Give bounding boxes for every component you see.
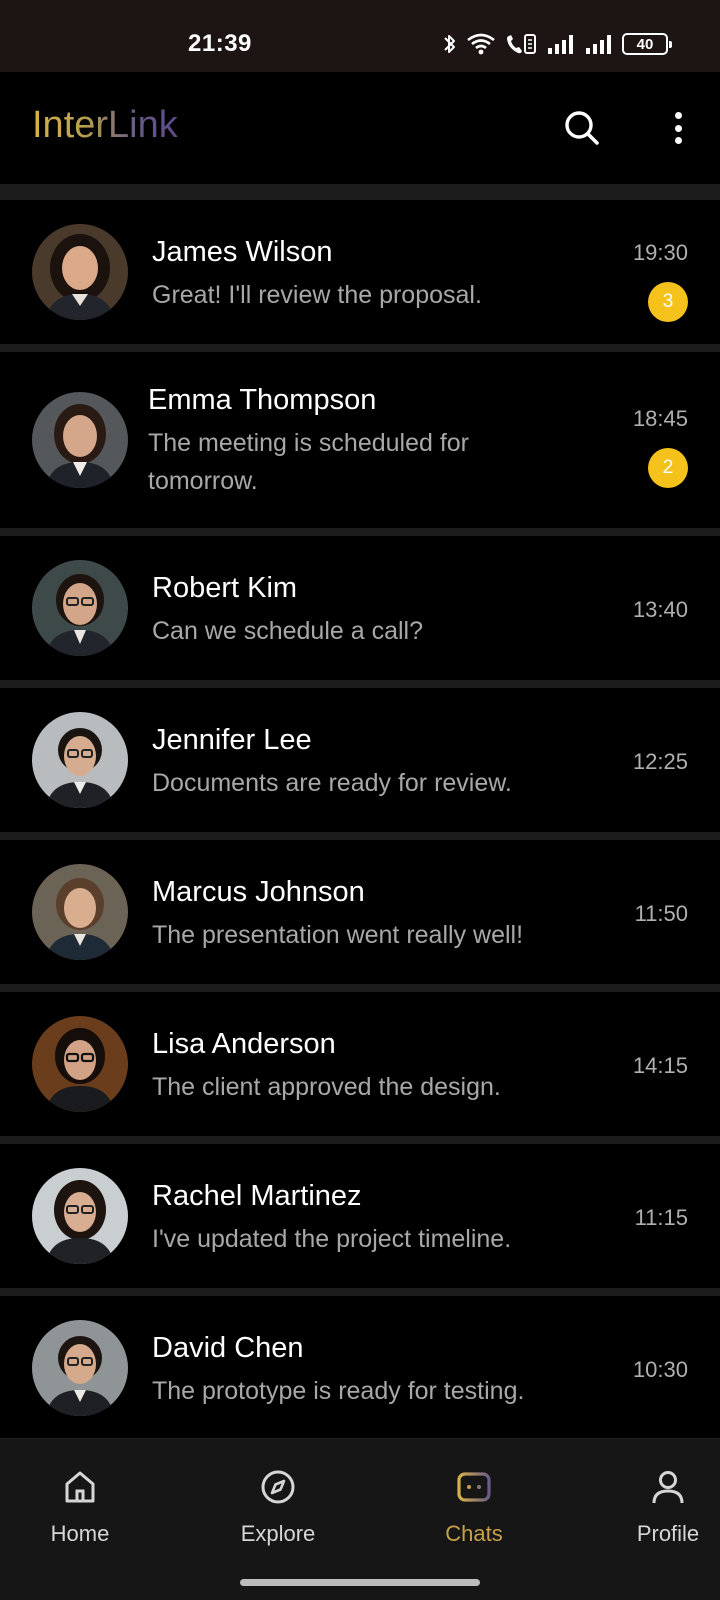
divider <box>0 184 720 200</box>
app-bar: InterLink <box>0 72 720 184</box>
gesture-bar <box>0 1568 720 1600</box>
avatar <box>32 712 128 808</box>
avatar <box>32 1168 128 1264</box>
chat-preview: I've updated the project timeline. <box>152 1225 512 1253</box>
chat-preview: The presentation went really well! <box>152 921 524 949</box>
chat-name: David Chen <box>152 1332 304 1364</box>
nav-label: Home <box>50 1521 110 1546</box>
home-indicator[interactable] <box>240 1579 480 1586</box>
chat-time: 14:15 <box>632 1053 688 1078</box>
avatar <box>32 1016 128 1112</box>
chat-name: Lisa Anderson <box>152 1028 336 1060</box>
chat-icon <box>454 1467 494 1507</box>
status-icons: 40 <box>442 30 672 58</box>
chat-item-emma-thompson[interactable]: Emma Thompson The meeting is scheduled f… <box>0 352 720 528</box>
search-icon[interactable] <box>562 108 602 148</box>
chat-item-james-wilson[interactable]: James Wilson Great! I'll review the prop… <box>0 200 720 344</box>
chat-item-rachel-martinez[interactable]: Rachel Martinez I've updated the project… <box>0 1144 720 1288</box>
chat-name: James Wilson <box>152 236 333 268</box>
avatar <box>32 392 128 488</box>
status-time: 21:39 <box>188 30 252 57</box>
chat-preview: Documents are ready for review. <box>152 769 512 797</box>
home-icon <box>60 1467 100 1507</box>
app-title: InterLink <box>32 104 178 146</box>
chat-preview: The meeting is scheduled for tomorrow. <box>148 429 470 495</box>
chat-name: Marcus Johnson <box>152 876 365 908</box>
divider <box>0 832 720 840</box>
chat-time: 18:45 <box>632 406 688 431</box>
chat-time: 19:30 <box>632 240 688 265</box>
chat-time: 10:30 <box>632 1357 688 1382</box>
avatar <box>32 1320 128 1416</box>
nav-label: Profile <box>636 1521 700 1546</box>
nav-item-profile[interactable]: Profile <box>624 1439 712 1569</box>
divider <box>0 344 720 352</box>
nav-item-chats[interactable]: Chats <box>426 1439 522 1569</box>
more-vertical-icon[interactable] <box>660 108 696 148</box>
chat-item-jennifer-lee[interactable]: Jennifer Lee Documents are ready for rev… <box>0 688 720 832</box>
chat-time: 12:25 <box>632 749 688 774</box>
chat-preview: Can we schedule a call? <box>152 617 423 645</box>
nav-label: Explore <box>240 1521 316 1546</box>
divider <box>0 680 720 688</box>
bottom-nav: Home Explore Chats Profile <box>0 1438 720 1568</box>
signal-icon <box>584 32 614 56</box>
chat-name: Rachel Martinez <box>152 1180 362 1212</box>
divider <box>0 1136 720 1144</box>
chat-time: 11:15 <box>634 1205 688 1230</box>
chat-time: 13:40 <box>632 597 688 622</box>
nav-item-home[interactable]: Home <box>40 1439 120 1569</box>
avatar <box>32 864 128 960</box>
divider <box>0 984 720 992</box>
battery-indicator: 40 <box>622 33 672 55</box>
chat-item-david-chen[interactable]: David Chen The prototype is ready for te… <box>0 1296 720 1438</box>
person-icon <box>648 1467 688 1507</box>
chat-name: Jennifer Lee <box>152 724 312 756</box>
chat-preview: The prototype is ready for testing. <box>152 1377 525 1405</box>
chat-name: Emma Thompson <box>148 384 377 416</box>
chat-item-marcus-johnson[interactable]: Marcus Johnson The presentation went rea… <box>0 840 720 984</box>
chat-name: Robert Kim <box>152 572 298 604</box>
chat-preview: Great! I'll review the proposal. <box>152 281 482 309</box>
unread-badge: 3 <box>648 282 688 322</box>
divider <box>0 1288 720 1296</box>
wifi-icon <box>466 32 496 56</box>
divider <box>0 528 720 536</box>
avatar <box>32 224 128 320</box>
bluetooth-icon <box>442 32 458 56</box>
unread-badge: 2 <box>648 448 688 488</box>
signal-icon <box>546 32 576 56</box>
chat-preview: The client approved the design. <box>152 1073 501 1101</box>
compass-icon <box>258 1467 298 1507</box>
nav-label: Chats <box>445 1521 503 1546</box>
status-bar: 21:39 40 <box>0 0 720 72</box>
chat-time: 11:50 <box>634 901 688 926</box>
chat-item-lisa-anderson[interactable]: Lisa Anderson The client approved the de… <box>0 992 720 1136</box>
nav-item-explore[interactable]: Explore <box>228 1439 328 1569</box>
volte-call-icon <box>504 32 538 56</box>
chat-item-robert-kim[interactable]: Robert Kim Can we schedule a call? 13:40 <box>0 536 720 680</box>
avatar <box>32 560 128 656</box>
